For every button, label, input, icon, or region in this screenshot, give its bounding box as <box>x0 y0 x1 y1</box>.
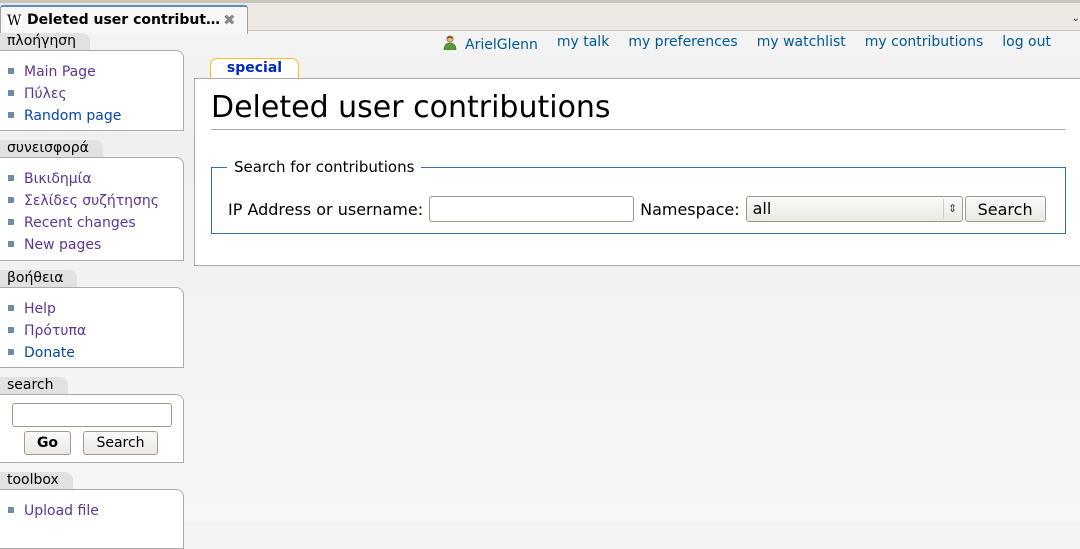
close-tab-icon[interactable]: ✖ <box>223 11 236 29</box>
title-divider <box>211 129 1066 130</box>
sidebar-link[interactable]: Βικιδημία <box>24 171 92 187</box>
sidebar-link[interactable]: Donate <box>24 345 75 361</box>
sidebar-item-donate[interactable]: Donate <box>8 342 183 364</box>
bullet-icon <box>8 507 14 513</box>
go-button[interactable]: Go <box>24 431 71 455</box>
sidebar-item-upload-file[interactable]: Upload file <box>8 500 183 522</box>
tab-title: Deleted user contribut… <box>27 12 221 28</box>
search-form-row: IP Address or username: Namespace: all ⇕… <box>228 196 1046 222</box>
bullet-icon <box>8 197 14 203</box>
user-icon <box>443 35 457 50</box>
sidebar-item-talk-pages[interactable]: Σελίδες συζήτησης <box>8 190 183 212</box>
portlet-navigation: πλοήγηση Main Page Πύλες Random page <box>0 33 184 131</box>
sidebar-item-recent-changes[interactable]: Recent changes <box>8 212 183 234</box>
bullet-icon <box>8 112 14 118</box>
portlet-toolbox: toolbox Upload file <box>0 472 184 549</box>
personal-link-my-preferences[interactable]: my preferences <box>628 34 737 52</box>
personal-link-my-talk[interactable]: my talk <box>557 34 609 52</box>
sidebar-link[interactable]: Πύλες <box>24 86 67 102</box>
ip-username-label: IP Address or username: <box>228 199 424 219</box>
namespace-label: Namespace: <box>640 199 740 219</box>
page-title: Deleted user contributions <box>211 90 611 125</box>
sidebar-link[interactable]: New pages <box>24 237 101 253</box>
tab-special[interactable]: special <box>210 58 299 78</box>
bullet-icon <box>8 327 14 333</box>
bullet-icon <box>8 68 14 74</box>
portlet-title: πλοήγηση <box>0 33 91 50</box>
portlet-body: Upload file <box>0 489 184 549</box>
portlet-body: Go Search <box>0 394 184 463</box>
bullet-icon <box>8 305 14 311</box>
wikipedia-favicon-icon: W <box>6 13 23 29</box>
ip-username-input[interactable] <box>429 196 635 222</box>
browser-tab-bar: W Deleted user contribut… ✖ ⌄ <box>0 0 1080 34</box>
portlet-search: search Go Search <box>0 377 184 463</box>
bullet-icon <box>8 241 14 247</box>
namespace-selected-value: all <box>752 199 772 218</box>
sidebar-search-input[interactable] <box>12 403 172 427</box>
sidebar-item-main-page[interactable]: Main Page <box>8 61 183 83</box>
portlet-help: βοήθεια Help Πρότυπα Donate <box>0 270 184 368</box>
personal-link-my-contributions[interactable]: my contributions <box>865 34 984 52</box>
portlet-title: συνεισφορά <box>0 140 103 157</box>
personal-bar: ArielGlenn my talk my preferences my wat… <box>443 34 1051 53</box>
portlet-contribute: συνεισφορά Βικιδημία Σελίδες συζήτησης R… <box>0 140 184 261</box>
portlet-body: Help Πρότυπα Donate <box>0 287 184 368</box>
sidebar-link[interactable]: Πρότυπα <box>24 323 86 339</box>
sidebar-search-button[interactable]: Search <box>83 431 158 455</box>
sidebar-item-help[interactable]: Help <box>8 298 183 320</box>
bullet-icon <box>8 90 14 96</box>
sidebar-item-community[interactable]: Βικιδημία <box>8 168 183 190</box>
personal-link-my-watchlist[interactable]: my watchlist <box>757 34 846 52</box>
sidebar-item-portals[interactable]: Πύλες <box>8 83 183 105</box>
namespace-select[interactable]: all ⇕ <box>745 196 963 222</box>
sidebar-link[interactable]: Help <box>24 301 56 317</box>
search-contributions-fieldset: Search for contributions IP Address or u… <box>211 158 1066 234</box>
sidebar-link[interactable]: Main Page <box>24 64 96 80</box>
portlet-title: search <box>0 377 68 394</box>
browser-tab[interactable]: W Deleted user contribut… ✖ <box>0 5 248 34</box>
search-contributions-button[interactable]: Search <box>964 196 1046 222</box>
fieldset-legend: Search for contributions <box>234 158 415 176</box>
tab-list-chevron-icon[interactable]: ⌄ <box>1072 13 1080 24</box>
portlet-body: Main Page Πύλες Random page <box>0 50 184 131</box>
content-area: Deleted user contributions Search for co… <box>194 78 1080 266</box>
sidebar-link[interactable]: Σελίδες συζήτησης <box>24 193 159 209</box>
personal-link-username[interactable]: ArielGlenn <box>443 34 538 53</box>
bullet-icon <box>8 349 14 355</box>
bullet-icon <box>8 175 14 181</box>
portlet-body: Βικιδημία Σελίδες συζήτησης Recent chang… <box>0 157 184 261</box>
select-updown-icon: ⇕ <box>942 199 962 219</box>
sidebar-item-templates[interactable]: Πρότυπα <box>8 320 183 342</box>
portlet-title: βοήθεια <box>0 270 78 287</box>
personal-link-log-out[interactable]: log out <box>1002 34 1051 52</box>
sidebar-link[interactable]: Recent changes <box>24 215 136 231</box>
sidebar-item-random-page[interactable]: Random page <box>8 105 183 127</box>
sidebar-link[interactable]: Random page <box>24 108 121 124</box>
sidebar-item-new-pages[interactable]: New pages <box>8 234 183 256</box>
bullet-icon <box>8 219 14 225</box>
sidebar-link[interactable]: Upload file <box>24 503 99 519</box>
portlet-title: toolbox <box>0 472 73 489</box>
